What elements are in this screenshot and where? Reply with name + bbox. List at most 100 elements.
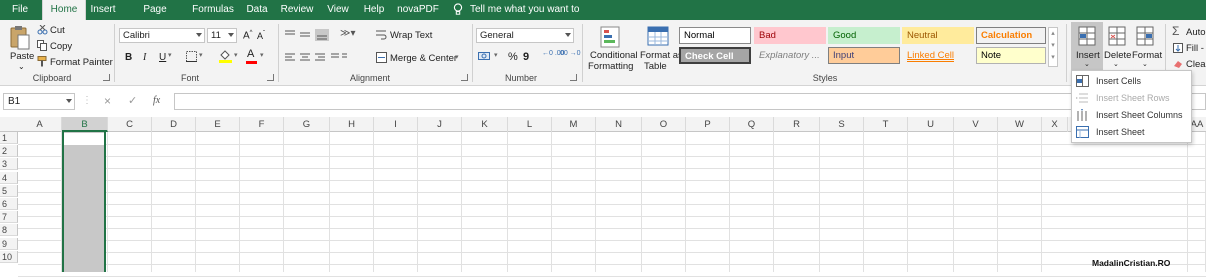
format-as-table-icon[interactable]	[647, 26, 669, 48]
column-header-f[interactable]: F	[240, 117, 284, 132]
tab-formulas[interactable]: Formulas	[192, 0, 234, 20]
active-cell-b1[interactable]	[64, 133, 104, 145]
column-header-p[interactable]: P	[686, 117, 730, 132]
column-header-b[interactable]: B	[62, 117, 108, 132]
accounting-format-icon[interactable]	[478, 51, 492, 63]
paste-dropdown-caret[interactable]: ⌄	[18, 62, 25, 71]
style-check-cell[interactable]: Check Cell	[679, 47, 751, 64]
column-header-n[interactable]: N	[596, 117, 642, 132]
accounting-dropdown[interactable]: ▾	[494, 51, 498, 59]
row-header-2[interactable]: 2	[0, 145, 18, 158]
number-format-select[interactable]: General	[476, 28, 574, 43]
tab-data[interactable]: Data	[243, 0, 271, 20]
merge-center-button[interactable]: Merge & Center	[390, 53, 457, 64]
borders-icon[interactable]	[186, 51, 197, 62]
style-linked-cell[interactable]: Linked Cell	[902, 47, 974, 64]
vertical-align-icons[interactable]	[284, 29, 330, 41]
column-header-u[interactable]: U	[908, 117, 954, 132]
style-normal[interactable]: Normal	[679, 27, 751, 44]
format-dropdown-caret[interactable]: ⌄	[1142, 60, 1148, 68]
column-header-g[interactable]: G	[284, 117, 330, 132]
insert-function-icon[interactable]: fx	[153, 95, 160, 106]
tab-review[interactable]: Review	[280, 0, 314, 20]
font-name-select[interactable]: Calibri	[119, 28, 205, 43]
tell-me-search[interactable]: Tell me what you want to do	[470, 0, 580, 35]
conditional-formatting-icon[interactable]	[600, 26, 622, 48]
autosum-button[interactable]: Auto	[1186, 27, 1206, 38]
column-header-a[interactable]: A	[18, 117, 62, 132]
column-header-e[interactable]: E	[196, 117, 240, 132]
style-calculation[interactable]: Calculation	[976, 27, 1046, 44]
tab-help[interactable]: Help	[360, 0, 388, 20]
tab-page-layout[interactable]: Page Layout	[127, 0, 183, 35]
style-good[interactable]: Good	[828, 27, 900, 44]
paste-icon[interactable]	[9, 25, 31, 51]
column-header-j[interactable]: J	[418, 117, 462, 132]
underline-dropdown[interactable]: ▾	[168, 51, 172, 59]
tab-insert[interactable]: Insert	[88, 0, 118, 20]
menu-item-insert-sheet-rows[interactable]: Insert Sheet Rows	[1072, 90, 1191, 107]
row-header-8[interactable]: 8	[0, 224, 18, 237]
column-header-v[interactable]: V	[954, 117, 998, 132]
tab-novapdf[interactable]: novaPDF	[396, 0, 440, 20]
styles-gallery-scroll[interactable]: ▴ ▾ ▾	[1048, 27, 1058, 67]
menu-item-insert-sheet-columns[interactable]: Insert Sheet Columns	[1072, 107, 1191, 124]
column-header-m[interactable]: M	[552, 117, 596, 132]
style-note[interactable]: Note	[976, 47, 1046, 64]
tab-file[interactable]: File	[4, 0, 36, 20]
column-header-t[interactable]: T	[864, 117, 908, 132]
paste-button[interactable]: Paste	[10, 51, 34, 62]
borders-dropdown[interactable]: ▾	[199, 51, 203, 59]
shrink-font-button[interactable]: Aˇ	[257, 31, 265, 41]
column-header-h[interactable]: H	[330, 117, 374, 132]
row-header-1[interactable]: 1	[0, 132, 18, 144]
column-header-k[interactable]: K	[462, 117, 508, 132]
horizontal-align-icons[interactable]	[284, 53, 348, 63]
menu-item-insert-sheet[interactable]: Insert Sheet	[1072, 124, 1191, 141]
cancel-icon[interactable]: ×	[104, 94, 111, 108]
delete-dropdown-caret[interactable]: ⌄	[1113, 60, 1119, 68]
underline-button[interactable]: U	[159, 52, 166, 63]
row-header-6[interactable]: 6	[0, 198, 18, 210]
style-neutral[interactable]: Neutral	[902, 27, 974, 44]
insert-dropdown-caret[interactable]: ⌄	[1084, 60, 1090, 68]
tab-view[interactable]: View	[324, 0, 352, 20]
clear-button[interactable]: Clear	[1186, 59, 1206, 70]
orientation-button[interactable]: ≫▾	[340, 28, 356, 39]
column-header-c[interactable]: C	[108, 117, 152, 132]
comma-style-button[interactable]: 9	[523, 51, 529, 63]
row-header-7[interactable]: 7	[0, 211, 18, 224]
copy-button[interactable]: Copy	[50, 41, 72, 52]
clipboard-launcher[interactable]	[103, 74, 110, 81]
merge-center-dropdown[interactable]: ▾	[455, 53, 459, 61]
enter-icon[interactable]: ✓	[128, 94, 137, 107]
column-header-r[interactable]: R	[774, 117, 820, 132]
row-header-3[interactable]: 3	[0, 158, 18, 171]
name-box[interactable]: B1	[3, 93, 75, 110]
column-header-o[interactable]: O	[642, 117, 686, 132]
percent-style-button[interactable]: %	[508, 51, 518, 63]
font-color-button[interactable]: A	[247, 48, 254, 60]
wrap-text-button[interactable]: Wrap Text	[390, 30, 432, 41]
fill-button[interactable]: Fill -	[1186, 43, 1204, 54]
font-color-dropdown[interactable]: ▾	[260, 51, 264, 59]
fill-color-icon[interactable]	[219, 49, 232, 63]
cut-button[interactable]: Cut	[50, 25, 65, 36]
style-explanatory[interactable]: Explanatory ...	[754, 47, 826, 64]
row-header-5[interactable]: 5	[0, 184, 18, 197]
row-header-9[interactable]: 9	[0, 237, 18, 250]
italic-button[interactable]: I	[143, 52, 146, 63]
grow-font-button[interactable]: A^	[243, 30, 253, 41]
bold-button[interactable]: B	[125, 52, 132, 63]
column-header-i[interactable]: I	[374, 117, 418, 132]
formula-input[interactable]	[174, 93, 1206, 110]
style-input[interactable]: Input	[828, 47, 900, 64]
menu-item-insert-cells[interactable]: Insert Cells	[1072, 73, 1191, 90]
column-header-q[interactable]: Q	[730, 117, 774, 132]
tab-home[interactable]: Home	[42, 0, 86, 22]
font-launcher[interactable]	[267, 74, 274, 81]
style-bad[interactable]: Bad	[754, 27, 826, 44]
decrease-decimal-button[interactable]: .00 →0	[558, 50, 581, 57]
font-size-select[interactable]: 11	[207, 28, 237, 43]
row-header-4[interactable]: 4	[0, 171, 18, 184]
